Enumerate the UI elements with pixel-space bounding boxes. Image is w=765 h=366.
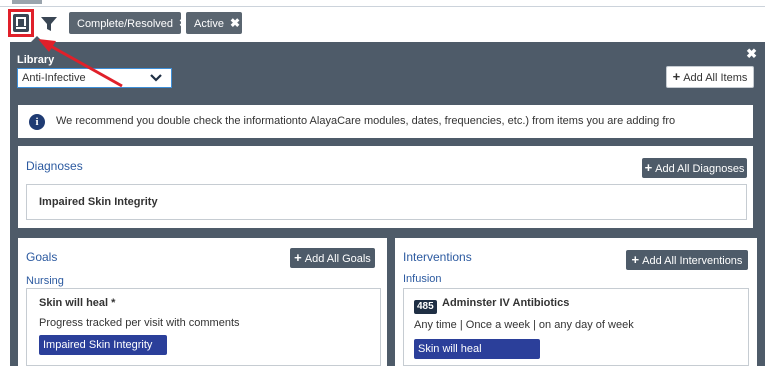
- intervention-detail: Any time | Once a week | on any day of w…: [414, 319, 634, 331]
- filter-icon[interactable]: [40, 15, 58, 33]
- library-select-value: Anti-Infective: [22, 72, 86, 84]
- plus-icon: +: [631, 252, 640, 267]
- goals-category: Nursing: [26, 275, 64, 287]
- add-all-goals-label: Add All Goals: [304, 253, 371, 265]
- goal-detail: Progress tracked per visit with comments: [39, 317, 240, 329]
- toolbar: Complete/Resolved ✖ Active ✖: [0, 8, 765, 40]
- add-all-goals-button[interactable]: + Add All Goals: [290, 248, 375, 268]
- add-all-items-label: Add All Items: [683, 72, 748, 84]
- close-icon[interactable]: ✖: [746, 46, 757, 62]
- library-label: Library: [17, 54, 55, 66]
- chevron-down-icon: [150, 74, 162, 82]
- plus-icon: +: [294, 250, 302, 265]
- library-icon: [13, 14, 29, 32]
- add-all-interventions-button[interactable]: + Add All Interventions: [626, 250, 748, 270]
- info-notice: i We recommend you double check the info…: [18, 105, 753, 138]
- top-strip: [0, 0, 765, 7]
- goal-diagnosis-tag: Impaired Skin Integrity: [39, 335, 167, 355]
- library-select[interactable]: Anti-Infective: [17, 68, 172, 88]
- intervention-name: Adminster IV Antibiotics: [442, 297, 570, 309]
- diagnoses-title: Diagnoses: [26, 159, 83, 173]
- intervention-goal-tag: Skin will heal: [414, 339, 540, 359]
- remove-filter-icon[interactable]: ✖: [230, 16, 240, 30]
- active-tab-indicator: [12, 0, 42, 4]
- diagnosis-name: Impaired Skin Integrity: [39, 196, 158, 208]
- filter-chip-active: Active ✖: [186, 12, 242, 34]
- goals-card: Goals + Add All Goals Nursing Skin will h…: [18, 238, 387, 366]
- plus-icon: +: [644, 160, 653, 175]
- intervention-item[interactable]: 485 Adminster IV Antibiotics Any time | …: [403, 288, 749, 366]
- diagnosis-item[interactable]: Impaired Skin Integrity: [26, 184, 747, 220]
- notice-text: We recommend you double check the inform…: [56, 115, 676, 127]
- goal-item[interactable]: Skin will heal * Progress tracked per vi…: [26, 288, 381, 366]
- goals-title: Goals: [26, 250, 58, 264]
- goal-name: Skin will heal *: [39, 297, 116, 309]
- add-all-interventions-label: Add All Interventions: [642, 255, 743, 267]
- filter-chip-label: Active: [194, 18, 224, 30]
- add-all-items-button[interactable]: + Add All Items: [666, 66, 754, 88]
- plus-icon: +: [672, 69, 681, 84]
- intervention-code-badge: 485: [414, 300, 437, 314]
- add-all-diagnoses-button[interactable]: + Add All Diagnoses: [642, 158, 747, 178]
- library-panel: ✖ Library Anti-Infective + Add All Items …: [10, 42, 765, 366]
- interventions-title: Interventions: [403, 250, 472, 264]
- library-toggle-button[interactable]: [8, 9, 34, 37]
- interventions-category: Infusion: [403, 273, 442, 285]
- diagnoses-card: Diagnoses + Add All Diagnoses Impaired Sk…: [18, 146, 753, 228]
- filter-chip-complete-resolved: Complete/Resolved ✖: [69, 12, 189, 34]
- interventions-card: Interventions + Add All Interventions Inf…: [395, 238, 757, 366]
- filter-chip-label: Complete/Resolved: [77, 18, 173, 30]
- add-all-diagnoses-label: Add All Diagnoses: [655, 163, 745, 175]
- info-icon: i: [29, 114, 45, 130]
